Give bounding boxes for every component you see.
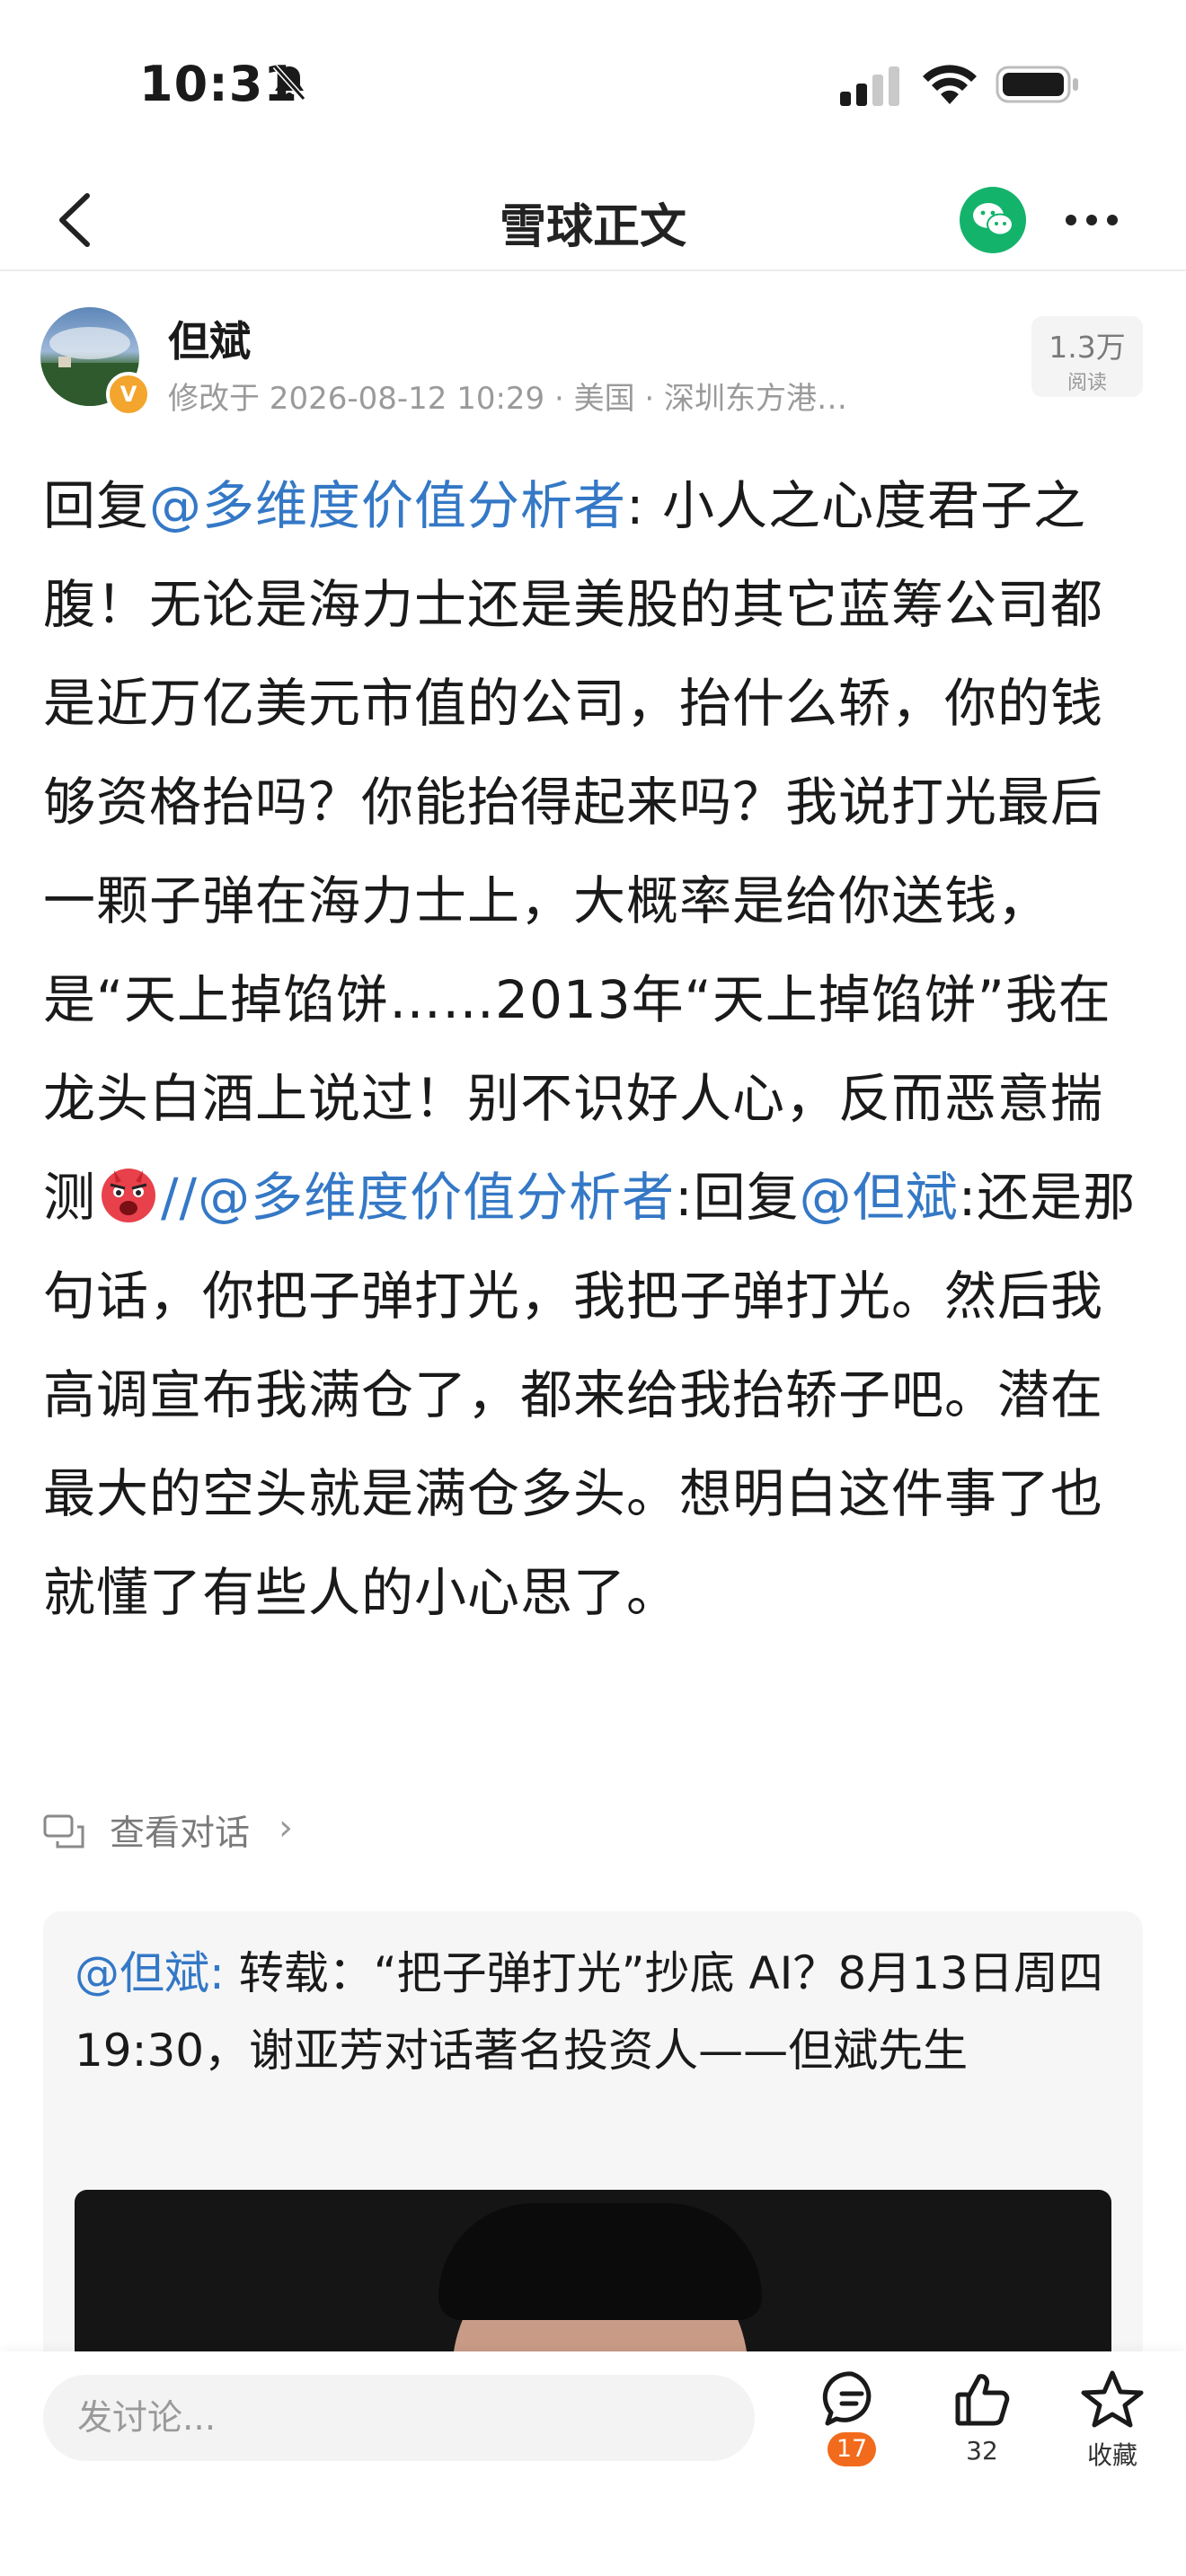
mention-link[interactable]: @多维度价值分析者 [198,1167,675,1228]
read-count: 1.3万 [1049,330,1126,365]
read-count-label: 阅读 [1067,372,1107,394]
battery-icon [996,66,1078,103]
quoted-post-text: @但斌: 转载：“把子弹打光”抄底 AI？8月13日周四19:30，谢亚芳对话著… [75,1935,1117,2089]
comment-button[interactable]: 17 [802,2369,901,2495]
wechat-icon [973,203,1013,236]
cellular-signal-icon [840,66,899,106]
view-conversation-label: 查看对话 [110,1813,251,1854]
comment-input[interactable] [43,2375,755,2461]
verified-badge: V [106,372,151,417]
star-icon [1081,2370,1144,2428]
favorite-label: 收藏 [1086,2440,1137,2470]
angry-emoji-icon [102,1169,156,1222]
chevron-right-icon: › [279,1807,293,1848]
post-text: :回复 [675,1167,800,1228]
mention-link[interactable]: @多维度价值分析者 [149,475,626,536]
mention-link[interactable]: @但斌 [800,1167,959,1228]
post-text: :还是那句话，你把子弹打光，我把子弹打光。然后我高调宣布我满仓了，都来给我抬轿子… [43,1167,1137,1623]
read-count-badge: 1.3万 阅读 [1031,316,1143,397]
post-separator: // [161,1167,199,1228]
wifi-icon [923,65,977,104]
mention-link[interactable]: @但斌: [75,1947,225,1999]
author-name[interactable]: 但斌 [168,309,251,368]
conversation-icon [43,1814,84,1848]
wechat-share-button[interactable] [960,187,1026,253]
nav-bar: 雪球正文 [0,171,1186,271]
favorite-button[interactable]: 收藏 [1063,2369,1162,2495]
comment-icon [822,2371,872,2426]
post-text: : 小人之心度君子之腹！无论是海力士还是美股的其它蓝筹公司都是近万亿美元市值的公… [43,475,1111,1228]
comment-count-badge: 17 [828,2432,876,2466]
post-meta: 修改于 2026-08-12 10:29 · 美国 · 深圳东方港… [168,381,848,417]
thumbs-up-icon [955,2374,1010,2426]
like-button[interactable]: 32 [933,2369,1031,2495]
portrait-hair [438,2203,762,2320]
like-count: 32 [966,2436,998,2466]
post-prefix: 回复 [43,475,150,536]
bottom-action-bar: 17 32 收藏 [0,2351,1186,2576]
status-bar: 10:31 [0,0,1186,171]
post-body: 回复@多维度价值分析者: 小人之心度君子之腹！无论是海力士还是美股的其它蓝筹公司… [43,456,1148,1642]
more-options-icon[interactable] [1060,198,1123,243]
quoted-text: 转载：“把子弹打光”抄底 AI？8月13日周四19:30，谢亚芳对话著名投资人—… [75,1947,1103,2077]
bell-muted-icon [272,65,306,101]
